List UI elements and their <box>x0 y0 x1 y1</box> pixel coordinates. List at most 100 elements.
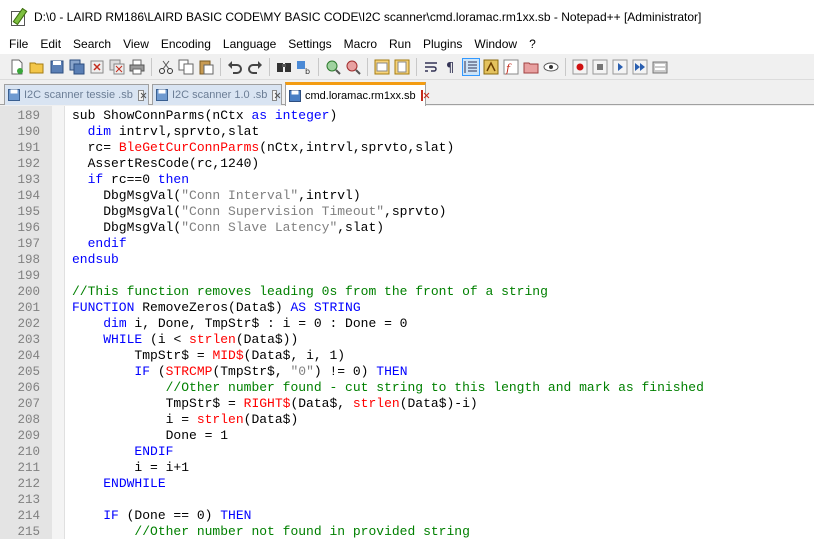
close-all-icon[interactable] <box>109 59 125 75</box>
zoom-in-icon[interactable] <box>325 59 341 75</box>
code-line[interactable]: 203 WHILE (i < strlen(Data$)) <box>0 332 814 348</box>
show-all-characters-icon[interactable]: ¶ <box>443 59 459 75</box>
code-editor[interactable]: 189 sub ShowConnParms(nCtx as integer) 190… <box>0 106 814 539</box>
code-lines[interactable]: 189 sub ShowConnParms(nCtx as integer) 190… <box>0 108 814 539</box>
code-text: i = strlen(Data$) <box>72 412 299 428</box>
zoom-out-icon[interactable] <box>345 59 361 75</box>
code-line[interactable]: 209 Done = 1 <box>0 428 814 444</box>
code-token: ,sprvto) <box>384 204 447 219</box>
code-token: TmpStr$ = <box>72 348 213 363</box>
menu-edit[interactable]: Edit <box>34 34 67 54</box>
code-line[interactable]: 201 FUNCTION RemoveZeros(Data$) AS STRING <box>0 300 814 316</box>
print-icon[interactable] <box>129 59 145 75</box>
code-line[interactable]: 192 AssertResCode(rc,1240) <box>0 156 814 172</box>
document-map-icon[interactable] <box>543 59 559 75</box>
menu-encoding[interactable]: Encoding <box>155 34 217 54</box>
indent-guide-icon[interactable] <box>462 57 480 76</box>
save-all-icon[interactable] <box>69 59 85 75</box>
code-token: FUNCTION <box>72 300 135 315</box>
code-line[interactable]: 205 IF (STRCMP(TmpStr$, "0") != 0) THEN <box>0 364 814 380</box>
redo-icon[interactable] <box>247 59 263 75</box>
code-line[interactable]: 202 dim i, Done, TmpStr$ : i = 0 : Done … <box>0 316 814 332</box>
code-line[interactable]: 211 i = i+1 <box>0 460 814 476</box>
code-line[interactable]: 206 //Other number found - cut string to… <box>0 380 814 396</box>
window-title: D:\0 - LAIRD RM186\LAIRD BASIC CODE\MY B… <box>34 10 702 24</box>
menu-view[interactable]: View <box>117 34 155 54</box>
stop-recording-icon[interactable] <box>592 59 608 75</box>
word-wrap-icon[interactable] <box>423 59 439 75</box>
undo-icon[interactable] <box>227 59 243 75</box>
code-token: (Data$)) <box>235 332 299 347</box>
code-line[interactable]: 213 <box>0 492 814 508</box>
code-line[interactable]: 194 DbgMsgVal("Conn Interval",intrvl) <box>0 188 814 204</box>
menu-help[interactable]: ? <box>523 34 542 54</box>
code-line[interactable]: 196 DbgMsgVal("Conn Slave Latency",slat) <box>0 220 814 236</box>
record-macro-icon[interactable] <box>572 59 588 75</box>
copy-icon[interactable] <box>178 59 194 75</box>
paste-icon[interactable] <box>198 59 214 75</box>
line-number: 215 <box>17 525 40 539</box>
menu-search[interactable]: Search <box>67 34 117 54</box>
code-line[interactable]: 208 i = strlen(Data$) <box>0 412 814 428</box>
run-macro-multiple-icon[interactable] <box>632 59 648 75</box>
tab-cmd-loramac[interactable]: cmd.loramac.rm1xx.sb <box>285 82 426 106</box>
close-tab-icon[interactable] <box>420 90 423 101</box>
line-number: 205 <box>17 365 40 379</box>
find-icon[interactable] <box>276 59 292 75</box>
tab-i2c-scanner-tessie[interactable]: I2C scanner tessie .sb <box>4 84 149 105</box>
code-token: (Done == 0) <box>118 508 221 523</box>
code-line[interactable]: 199 <box>0 268 814 284</box>
sync-vertical-icon[interactable] <box>374 59 390 75</box>
menu-window[interactable]: Window <box>468 34 523 54</box>
code-line[interactable]: 200 //This function removes leading 0s fr… <box>0 284 814 300</box>
menu-plugins[interactable]: Plugins <box>417 34 468 54</box>
folder-as-workspace-icon[interactable] <box>523 59 539 75</box>
code-line[interactable]: 195 DbgMsgVal("Conn Supervision Timeout"… <box>0 204 814 220</box>
function-list-icon[interactable]: f <box>503 59 519 75</box>
line-number: 212 <box>17 477 40 491</box>
code-line[interactable]: 215 //Other number not found in provided… <box>0 524 814 539</box>
close-tab-icon[interactable] <box>272 89 277 101</box>
menu-language[interactable]: Language <box>217 34 282 54</box>
line-number: 190 <box>17 125 40 139</box>
code-token: (Data$, <box>290 396 353 411</box>
new-file-icon[interactable] <box>9 59 25 75</box>
code-line[interactable]: 197 endif <box>0 236 814 252</box>
menu-settings[interactable]: Settings <box>282 34 337 54</box>
tab-i2c-scanner-1-0[interactable]: I2C scanner 1.0 .sb <box>152 84 282 105</box>
code-line[interactable]: 191 rc= BleGetCurConnParms(nCtx,intrvl,s… <box>0 140 814 156</box>
code-line[interactable]: 189 sub ShowConnParms(nCtx as integer) <box>0 108 814 124</box>
code-line[interactable]: 214 IF (Done == 0) THEN <box>0 508 814 524</box>
code-line[interactable]: 193 if rc==0 then <box>0 172 814 188</box>
menu-macro[interactable]: Macro <box>338 34 383 54</box>
open-file-icon[interactable] <box>29 59 45 75</box>
code-text: endif <box>72 236 127 252</box>
line-number: 192 <box>17 157 40 171</box>
user-defined-language-icon[interactable] <box>483 59 499 75</box>
code-line[interactable]: 212 ENDWHILE <box>0 476 814 492</box>
code-text: DbgMsgVal("Conn Slave Latency",slat) <box>72 220 384 236</box>
code-line[interactable]: 198 endsub <box>0 252 814 268</box>
code-line[interactable]: 204 TmpStr$ = MID$(Data$, i, 1) <box>0 348 814 364</box>
menu-file[interactable]: File <box>0 34 34 54</box>
play-macro-icon[interactable] <box>612 59 628 75</box>
code-token: i = i+1 <box>72 460 190 475</box>
save-icon[interactable] <box>49 59 65 75</box>
toolbar-separator <box>220 57 221 76</box>
cut-icon[interactable] <box>158 59 174 75</box>
sync-horizontal-icon[interactable] <box>394 59 410 75</box>
code-line[interactable]: 207 TmpStr$ = RIGHT$(Data$, strlen(Data$… <box>0 396 814 412</box>
close-tab-icon[interactable] <box>137 89 144 101</box>
close-icon[interactable] <box>89 59 105 75</box>
line-number: 213 <box>17 493 40 507</box>
code-line[interactable]: 210 ENDIF <box>0 444 814 460</box>
menu-run[interactable]: Run <box>383 34 417 54</box>
code-line[interactable]: 190 dim intrvl,sprvto,slat <box>0 124 814 140</box>
code-token: "Conn Slave Latency" <box>181 220 338 235</box>
replace-icon[interactable]: b <box>296 59 312 75</box>
save-macro-icon[interactable] <box>652 59 668 75</box>
code-token: (i < <box>142 332 190 347</box>
code-token: if <box>87 172 104 187</box>
